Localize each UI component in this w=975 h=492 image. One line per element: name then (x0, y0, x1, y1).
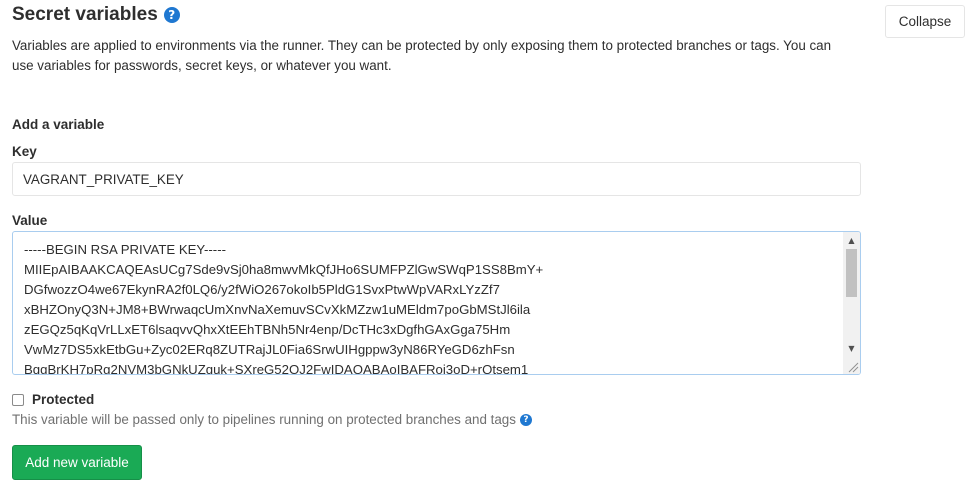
protected-checkbox[interactable] (12, 393, 24, 406)
value-text: -----BEGIN RSA PRIVATE KEY----- MIIEpAIB… (24, 242, 544, 375)
section-header: Secret variables ? (12, 4, 180, 26)
help-icon[interactable]: ? (163, 7, 180, 23)
scroll-up-arrow-icon[interactable]: ▲ (843, 232, 860, 249)
textarea-scrollbar[interactable]: ▲ ▼ (843, 232, 860, 374)
protected-label[interactable]: Protected (32, 392, 94, 407)
key-input[interactable] (12, 162, 861, 196)
add-variable-heading: Add a variable (12, 117, 105, 132)
section-description: Variables are applied to environments vi… (12, 38, 832, 73)
resize-grip-icon[interactable] (843, 357, 860, 374)
protected-help: This variable will be passed only to pip… (12, 412, 532, 427)
key-label: Key (12, 144, 37, 159)
value-textarea[interactable]: -----BEGIN RSA PRIVATE KEY----- MIIEpAIB… (12, 231, 861, 375)
collapse-button[interactable]: Collapse (885, 5, 965, 38)
add-new-variable-button[interactable]: Add new variable (12, 445, 142, 480)
protected-help-text: This variable will be passed only to pip… (12, 412, 516, 427)
value-label: Value (12, 213, 48, 228)
scroll-down-arrow-icon[interactable]: ▼ (843, 340, 860, 357)
secret-variables-section: Secret variables ? Variables are applied… (0, 0, 975, 492)
scroll-thumb[interactable] (846, 249, 857, 297)
protected-row: Protected (12, 392, 94, 407)
section-title: Secret variables (12, 4, 158, 25)
protected-help-icon[interactable]: ? (519, 413, 532, 426)
